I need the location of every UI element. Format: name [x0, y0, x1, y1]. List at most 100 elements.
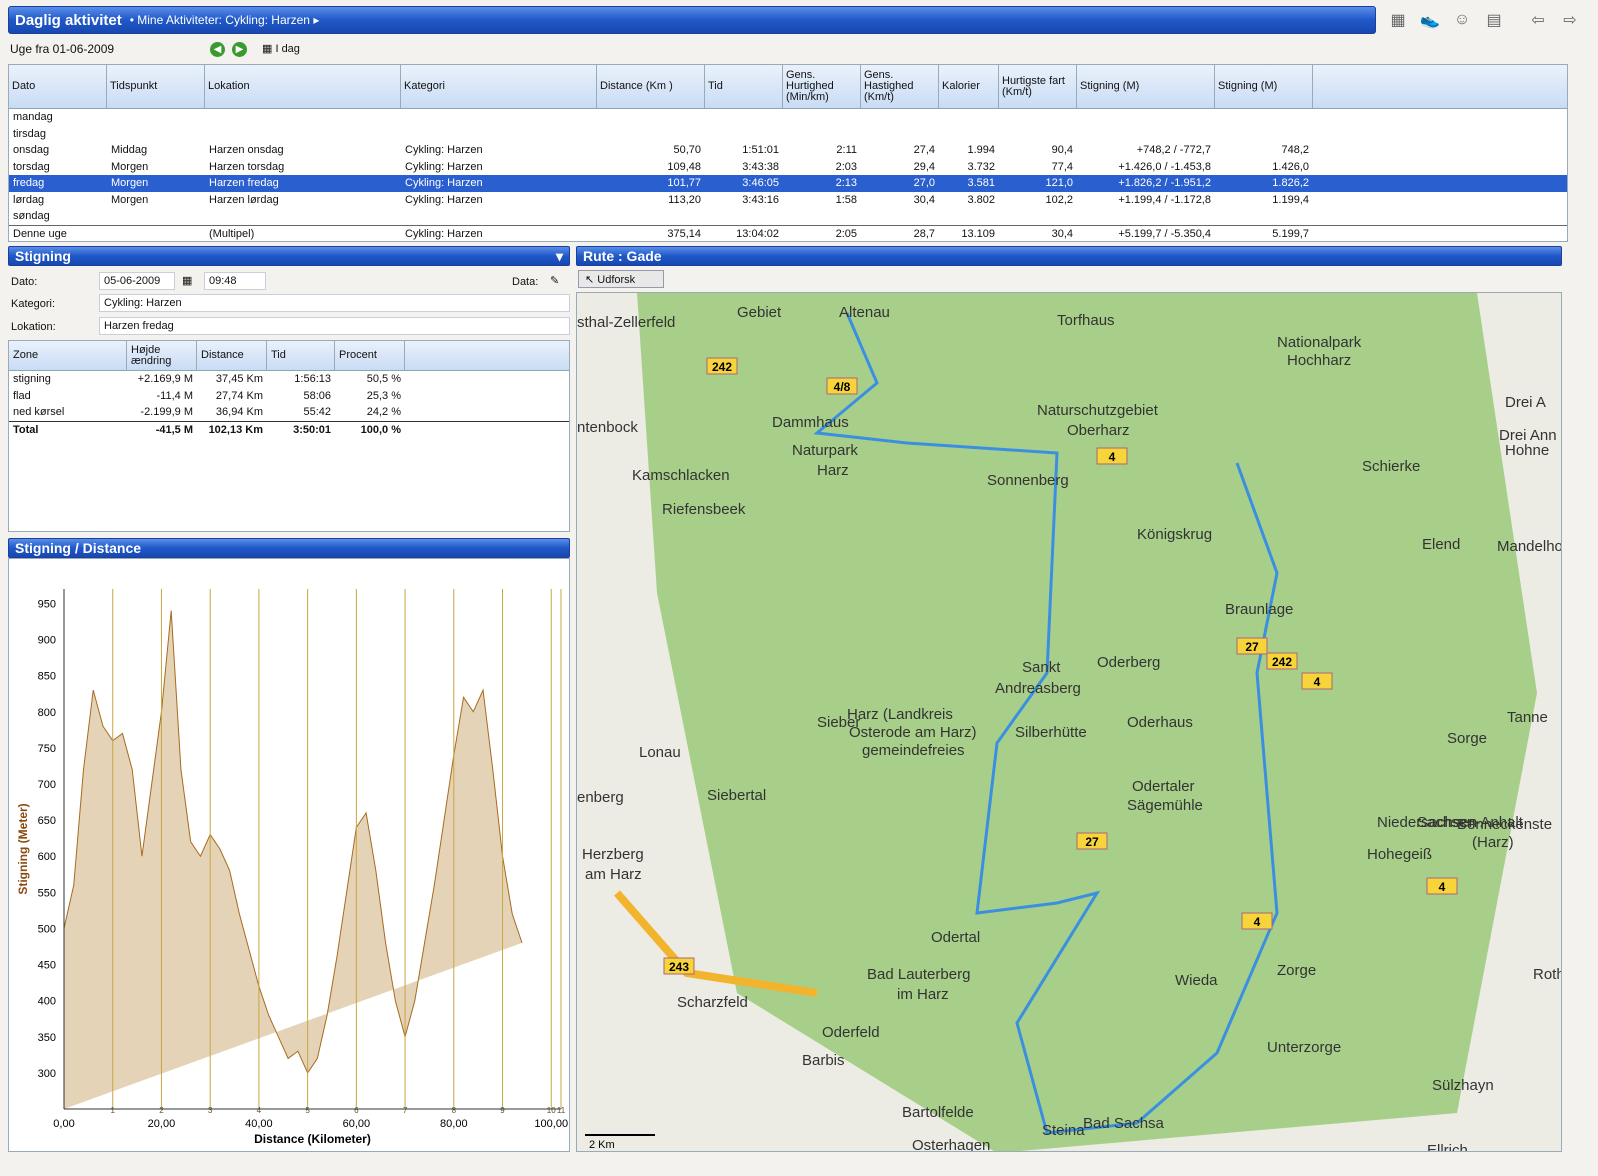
- map-place-label: Unterzorge: [1267, 1039, 1341, 1056]
- map-place-label: Riefensbeek: [662, 501, 746, 518]
- edit-pencil-icon[interactable]: ✎: [550, 274, 559, 287]
- map-panel-title: Rute : Gade: [576, 246, 1562, 266]
- map-place-label: Oderfeld: [822, 1024, 880, 1041]
- collapse-icon[interactable]: ▾: [556, 248, 563, 265]
- column-header[interactable]: Tid: [705, 65, 783, 108]
- report-icon[interactable]: ▤: [1480, 6, 1508, 34]
- column-header[interactable]: Stigning (M): [1215, 65, 1313, 108]
- y-tick-label: 950: [38, 598, 56, 610]
- map-place-label: Odertal: [931, 929, 980, 946]
- column-header[interactable]: Dato: [9, 65, 107, 108]
- shoe-icon[interactable]: 👟: [1416, 6, 1444, 34]
- map-place-label: Lonau: [639, 744, 681, 761]
- column-header[interactable]: Tidspunkt: [107, 65, 205, 108]
- map-place-label: Braunlage: [1225, 601, 1293, 618]
- calendar-view-icon[interactable]: ▦: [1384, 6, 1412, 34]
- table-row[interactable]: tirsdag: [9, 126, 1567, 143]
- zone-column-header[interactable]: Procent: [335, 341, 405, 370]
- today-button[interactable]: ▦ I dag: [262, 42, 300, 55]
- x-tick-label: 60,00: [343, 1118, 371, 1130]
- map-place-label: Sankt: [1022, 659, 1061, 676]
- y-tick-label: 800: [38, 707, 56, 719]
- table-row[interactable]: fredag Morgen Harzen fredag Cykling: Harzen…: [9, 175, 1567, 192]
- map-place-label: Schierke: [1362, 458, 1420, 475]
- stigning-panel-title: Stigning ▾: [8, 246, 570, 266]
- back-arrow-icon[interactable]: ⇦: [1524, 6, 1552, 34]
- explore-button[interactable]: ↖ Udforsk: [578, 270, 664, 288]
- lap-marker: 11: [557, 1106, 566, 1115]
- y-tick-label: 650: [38, 815, 56, 827]
- lokation-select[interactable]: Harzen fredag: [99, 317, 570, 335]
- road-number: 4: [1439, 880, 1446, 894]
- map-place-label: Tanne: [1507, 709, 1548, 726]
- time-field[interactable]: 09:48: [204, 272, 266, 290]
- zone-row[interactable]: Total -41,5 M 102,13 Km 3:50:01 100,0 %: [9, 420, 569, 438]
- table-row[interactable]: Denne uge (Multipel) Cykling: Harzen 375,14…: [9, 226, 1567, 243]
- y-tick-label: 300: [38, 1068, 56, 1080]
- forward-arrow-icon[interactable]: ⇨: [1556, 6, 1584, 34]
- map-place-label: Odertaler: [1132, 778, 1195, 795]
- table-row[interactable]: torsdag Morgen Harzen torsdag Cykling: Harz…: [9, 159, 1567, 176]
- y-tick-label: 750: [38, 743, 56, 755]
- zone-column-header[interactable]: Zone: [9, 341, 127, 370]
- table-row[interactable]: mandag: [9, 109, 1567, 126]
- breadcrumb[interactable]: • Mine Aktiviteter: Cykling: Harzen ▸: [130, 13, 320, 27]
- map-place-label: Nationalpark: [1277, 334, 1362, 351]
- column-header[interactable]: Distance (Km ): [597, 65, 705, 108]
- zone-column-header[interactable]: Distance: [197, 341, 267, 370]
- prev-week-icon[interactable]: ◀: [210, 42, 225, 57]
- column-header[interactable]: Hurtigste fart (Km/t): [999, 65, 1077, 108]
- athlete-icon[interactable]: ☺: [1448, 6, 1476, 34]
- column-header[interactable]: Gens. Hurtighed (Min/km): [783, 65, 861, 108]
- chart-panel-title: Stigning / Distance: [8, 538, 570, 558]
- column-header[interactable]: Kalorier: [939, 65, 999, 108]
- map-place-label: Oderberg: [1097, 654, 1160, 671]
- y-tick-label: 450: [38, 960, 56, 972]
- zone-column-header[interactable]: Højde ændring: [127, 341, 197, 370]
- map-place-label: Harz: [817, 462, 849, 479]
- zone-column-header[interactable]: Tid: [267, 341, 335, 370]
- y-axis-label: Stigning (Meter): [16, 803, 30, 894]
- map-place-label: Hohegeiß: [1367, 846, 1432, 863]
- lap-marker: 2: [159, 1106, 164, 1115]
- map-place-label: Osterhagen: [912, 1137, 990, 1152]
- table-row[interactable]: lørdag Morgen Harzen lørdag Cykling: Harzen…: [9, 192, 1567, 209]
- column-header[interactable]: Stigning (M): [1077, 65, 1215, 108]
- next-week-icon[interactable]: ▶: [232, 42, 247, 57]
- map-place-label: Oberharz: [1067, 422, 1130, 439]
- lokation-label: Lokation:: [11, 321, 56, 333]
- map-view[interactable]: Gebiet Altenau sthal-Zellerfeld Torfhaus Nat…: [576, 292, 1562, 1152]
- y-tick-label: 550: [38, 887, 56, 899]
- map-place-label: Harz (Landkreis: [847, 706, 953, 723]
- zone-row[interactable]: flad -11,4 M 27,74 Km 58:06 25,3 %: [9, 388, 569, 405]
- column-header[interactable]: Gens. Hastighed (Km/t): [861, 65, 939, 108]
- road-number: 27: [1245, 640, 1259, 654]
- kategori-select[interactable]: Cykling: Harzen: [99, 294, 570, 312]
- zone-row[interactable]: stigning +2.169,9 M 37,45 Km 1:56:13 50,5 %: [9, 371, 569, 388]
- map-place-label: Oderhaus: [1127, 714, 1193, 731]
- dato-field[interactable]: 05-06-2009: [99, 272, 175, 290]
- scale-label: 2 Km: [589, 1139, 615, 1151]
- column-header[interactable]: Kategori: [401, 65, 597, 108]
- calendar-icon[interactable]: ▦: [182, 274, 192, 287]
- road-number: 242: [1272, 655, 1292, 669]
- road-number: 4: [1109, 450, 1116, 464]
- elevation-chart[interactable]: 1 2 3 4 5 6 7 8 9 10 11 300 350 400 450 500 550 600 650 700…: [9, 559, 569, 1151]
- dato-label: Dato:: [11, 276, 38, 288]
- map-place-label: Zorge: [1277, 962, 1316, 979]
- chart-panel: 1 2 3 4 5 6 7 8 9 10 11 300 350 400 450 500 550 600 650 700…: [8, 558, 570, 1152]
- table-row[interactable]: søndag: [9, 208, 1567, 225]
- column-header[interactable]: Lokation: [205, 65, 401, 108]
- lap-marker: 7: [403, 1106, 408, 1115]
- lap-marker: 5: [305, 1106, 310, 1115]
- zone-row[interactable]: ned kørsel -2.199,9 M 36,94 Km 55:42 24,2 %: [9, 404, 569, 421]
- table-row[interactable]: onsdag Middag Harzen onsdag Cykling: Harzen…: [9, 142, 1567, 159]
- x-axis-label: Distance (Kilometer): [254, 1132, 371, 1146]
- lap-marker: 6: [354, 1106, 359, 1115]
- lap-marker: 4: [257, 1106, 262, 1115]
- x-tick-label: 20,00: [148, 1118, 176, 1130]
- map-place-label: Mandelho: [1497, 538, 1562, 555]
- lap-marker: 10: [547, 1106, 556, 1115]
- header-title: Daglig aktivitet: [15, 11, 122, 29]
- map-place-label: Bartolfelde: [902, 1104, 974, 1121]
